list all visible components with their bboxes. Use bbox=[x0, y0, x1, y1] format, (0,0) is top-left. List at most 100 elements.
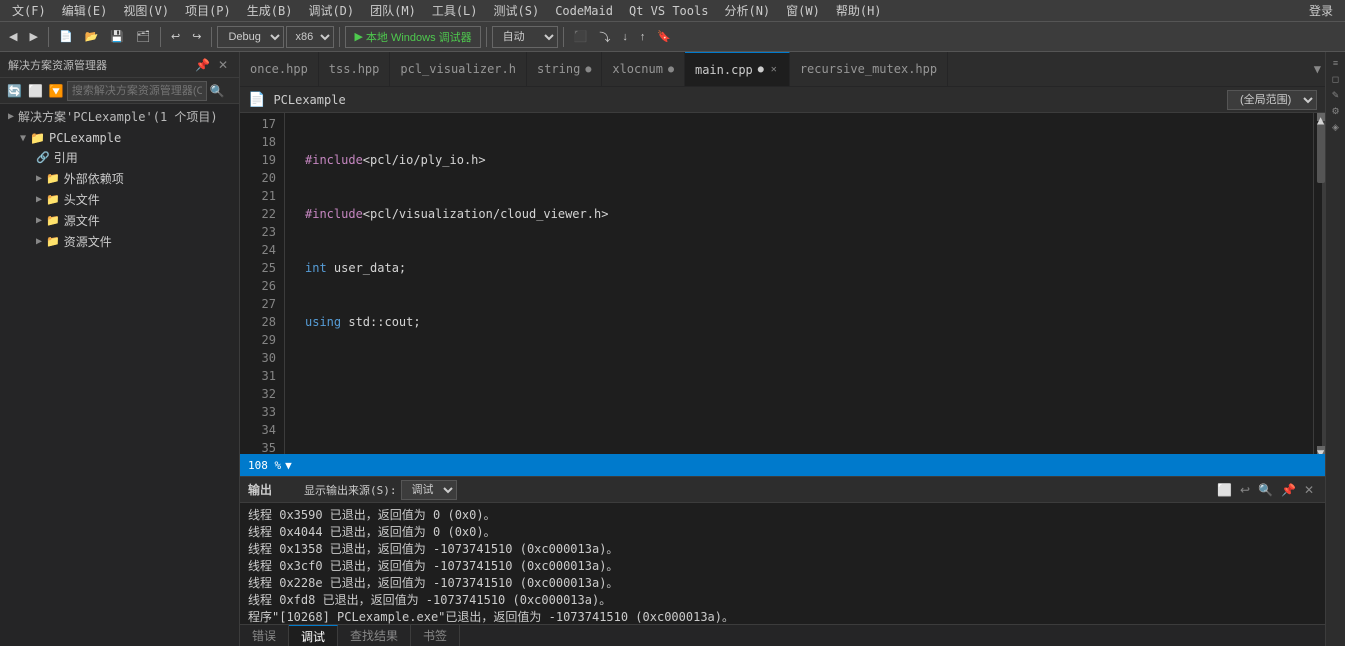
sidebar-item-pcl[interactable]: ▼ 📁 PCLexample bbox=[0, 129, 239, 147]
bottom-tab-find-results[interactable]: 查找结果 bbox=[338, 625, 411, 646]
toolbar-sep4 bbox=[339, 27, 340, 47]
output-find-btn[interactable]: 🔍 bbox=[1255, 482, 1276, 498]
bottom-tabs: 错误 调试 查找结果 书签 bbox=[240, 624, 1325, 646]
tab-main-cpp[interactable]: main.cpp ● ✕ bbox=[685, 52, 790, 86]
tree-expand-icon: ▶ bbox=[8, 111, 14, 122]
tab-main-cpp-close[interactable]: ✕ bbox=[769, 63, 779, 76]
tab-tss-hpp-label: tss.hpp bbox=[329, 62, 380, 76]
menu-file[interactable]: 文(F) bbox=[4, 0, 54, 21]
toolbar-undo-btn[interactable]: ↩ bbox=[166, 26, 185, 48]
search-solution-input[interactable] bbox=[67, 81, 207, 101]
menu-view[interactable]: 视图(V) bbox=[115, 0, 177, 21]
menu-tools[interactable]: 工具(L) bbox=[424, 0, 486, 21]
menu-edit[interactable]: 编辑(E) bbox=[54, 0, 116, 21]
output-wrap-btn[interactable]: ↩ bbox=[1237, 482, 1253, 498]
auto-select[interactable]: 自动 bbox=[492, 26, 558, 48]
tree-src-arrow: ▶ bbox=[36, 215, 42, 226]
sidebar-close-btn[interactable]: ✕ bbox=[215, 57, 231, 73]
output-source-select[interactable]: 调试 bbox=[401, 480, 457, 500]
tab-string[interactable]: string ● bbox=[527, 52, 602, 86]
tree-pcl-arrow: ▼ bbox=[20, 133, 26, 144]
menu-window[interactable]: 窗(W) bbox=[778, 0, 828, 21]
toolbar-step-into-btn[interactable]: ↓ bbox=[617, 26, 633, 48]
menu-codemaid[interactable]: CodeMaid bbox=[547, 2, 621, 20]
sidebar-collapse-btn[interactable]: ⬜ bbox=[25, 83, 46, 99]
debug-config-select[interactable]: Debug bbox=[217, 26, 284, 48]
tab-pcl-visualizer[interactable]: pcl_visualizer.h bbox=[390, 52, 527, 86]
toolbar-back-btn[interactable]: ◀ bbox=[4, 26, 22, 48]
tab-tss-hpp[interactable]: tss.hpp bbox=[319, 52, 391, 86]
bottom-tab-debug[interactable]: 调试 bbox=[289, 625, 338, 646]
sidebar-item-sources[interactable]: ▶ 📁 源文件 bbox=[0, 210, 239, 231]
code-line-22 bbox=[293, 421, 1305, 439]
resources-label: 资源文件 bbox=[64, 233, 112, 250]
sidebar-item-refs[interactable]: 🔗 引用 bbox=[0, 147, 239, 168]
sources-label: 源文件 bbox=[64, 212, 100, 229]
right-sidebar-btn-2[interactable]: ◻ bbox=[1328, 72, 1344, 86]
toolbar-step-out-btn[interactable]: ↑ bbox=[635, 26, 651, 48]
menu-test[interactable]: 测试(S) bbox=[486, 0, 548, 21]
bottom-tab-bookmarks[interactable]: 书签 bbox=[411, 625, 460, 646]
scroll-up-btn[interactable]: ▲ bbox=[1317, 113, 1325, 121]
tab-xlocnum[interactable]: xlocnum ● bbox=[602, 52, 685, 86]
output-pin-btn[interactable]: 📌 bbox=[1278, 482, 1299, 498]
code-editor[interactable]: #include<pcl/io/ply_io.h> #include<pcl/v… bbox=[285, 113, 1313, 454]
menu-help[interactable]: 帮助(H) bbox=[828, 0, 890, 21]
output-panel: 输出 显示输出来源(S): 调试 ⬜ ↩ 🔍 📌 ✕ bbox=[240, 476, 1325, 646]
output-line-3: 线程 0x3cf0 已退出，返回值为 -1073741510 (0xc00001… bbox=[248, 558, 1317, 575]
sidebar-item-external-deps[interactable]: ▶ 📁 外部依赖项 bbox=[0, 168, 239, 189]
line-numbers: 17 18 19 20 21 22 23 24 25 26 27 28 29 3… bbox=[240, 113, 285, 454]
toolbar-saveall-btn[interactable]: 🗂 bbox=[131, 26, 155, 48]
zoom-level: 108 % bbox=[248, 459, 281, 472]
toolbar-forward-btn[interactable]: ▶ bbox=[24, 26, 42, 48]
toolbar-step-over-btn[interactable]: ⤵ bbox=[594, 26, 615, 48]
tab-recursive-mutex[interactable]: recursive_mutex.hpp bbox=[790, 52, 948, 86]
refs-icon: 🔗 bbox=[36, 151, 50, 164]
sidebar-filter-btn[interactable]: 🔽 bbox=[46, 83, 67, 99]
editor-scrollbar[interactable]: ▲ ▼ bbox=[1313, 113, 1325, 454]
search-btn[interactable]: 🔍 bbox=[207, 83, 228, 99]
menu-project[interactable]: 项目(P) bbox=[177, 0, 239, 21]
right-sidebar-btn-1[interactable]: ≡ bbox=[1328, 56, 1344, 70]
toolbar-save-btn[interactable]: 💾 bbox=[105, 26, 129, 48]
menu-team[interactable]: 团队(M) bbox=[362, 0, 424, 21]
sidebar-item-resources[interactable]: ▶ 📁 资源文件 bbox=[0, 231, 239, 252]
file-type-icon: 📄 bbox=[248, 92, 265, 108]
menu-debug[interactable]: 调试(D) bbox=[300, 0, 362, 21]
ext-deps-label: 外部依赖项 bbox=[64, 170, 124, 187]
toolbar-new-btn[interactable]: 📄 bbox=[54, 26, 78, 48]
output-line-0: 线程 0x3590 已退出，返回值为 0 (0x0)。 bbox=[248, 507, 1317, 524]
fold-21 bbox=[293, 367, 305, 385]
run-debugger-btn[interactable]: ▶ 本地 Windows 调试器 bbox=[345, 26, 480, 48]
tab-xlocnum-modified: ● bbox=[668, 64, 674, 75]
right-sidebar-btn-3[interactable]: ✎ bbox=[1328, 88, 1344, 102]
code-line-18: #include<pcl/visualization/cloud_viewer.… bbox=[293, 205, 1305, 223]
sidebar-item-headers[interactable]: ▶ 📁 头文件 bbox=[0, 189, 239, 210]
tab-scroll-btn[interactable]: ▼ bbox=[1310, 52, 1325, 86]
ext-deps-icon: 📁 bbox=[46, 172, 60, 185]
toolbar-redo-btn[interactable]: ↪ bbox=[187, 26, 206, 48]
tab-once-hpp[interactable]: once.hpp bbox=[240, 52, 319, 86]
platform-select[interactable]: x86 bbox=[286, 26, 334, 48]
editor-area[interactable]: 17 18 19 20 21 22 23 24 25 26 27 28 29 3… bbox=[240, 113, 1325, 454]
sidebar-refresh-btn[interactable]: 🔄 bbox=[4, 83, 25, 99]
toolbar-breakpoint-btn[interactable]: ⬛ bbox=[569, 26, 593, 48]
right-sidebar-btn-4[interactable]: ⚙ bbox=[1328, 104, 1344, 118]
output-clear-btn[interactable]: ⬜ bbox=[1214, 482, 1235, 498]
toolbar-sep3 bbox=[211, 27, 212, 47]
toolbar: ◀ ▶ 📄 📂 💾 🗂 ↩ ↪ Debug x86 ▶ 本地 Windows 调… bbox=[0, 22, 1345, 52]
scroll-down-btn[interactable]: ▼ bbox=[1317, 446, 1325, 454]
right-sidebar-btn-5[interactable]: ◈ bbox=[1328, 120, 1344, 134]
sidebar-pin-btn[interactable]: 📌 bbox=[192, 57, 213, 73]
menu-qtvs[interactable]: Qt VS Tools bbox=[621, 2, 716, 20]
toolbar-bookmark-btn[interactable]: 🔖 bbox=[652, 26, 676, 48]
refs-label: 引用 bbox=[54, 149, 78, 166]
menu-build[interactable]: 生成(B) bbox=[239, 0, 301, 21]
menu-analyze[interactable]: 分析(N) bbox=[716, 0, 778, 21]
output-close-btn[interactable]: ✕ bbox=[1301, 482, 1317, 498]
scope-dropdown[interactable]: (全局范围) bbox=[1227, 90, 1317, 110]
menu-login[interactable]: 登录 bbox=[1301, 0, 1341, 21]
toolbar-open-btn[interactable]: 📂 bbox=[80, 26, 104, 48]
editor-header: 📄 PCLexample (全局范围) bbox=[240, 87, 1325, 113]
bottom-tab-errors[interactable]: 错误 bbox=[240, 625, 289, 646]
